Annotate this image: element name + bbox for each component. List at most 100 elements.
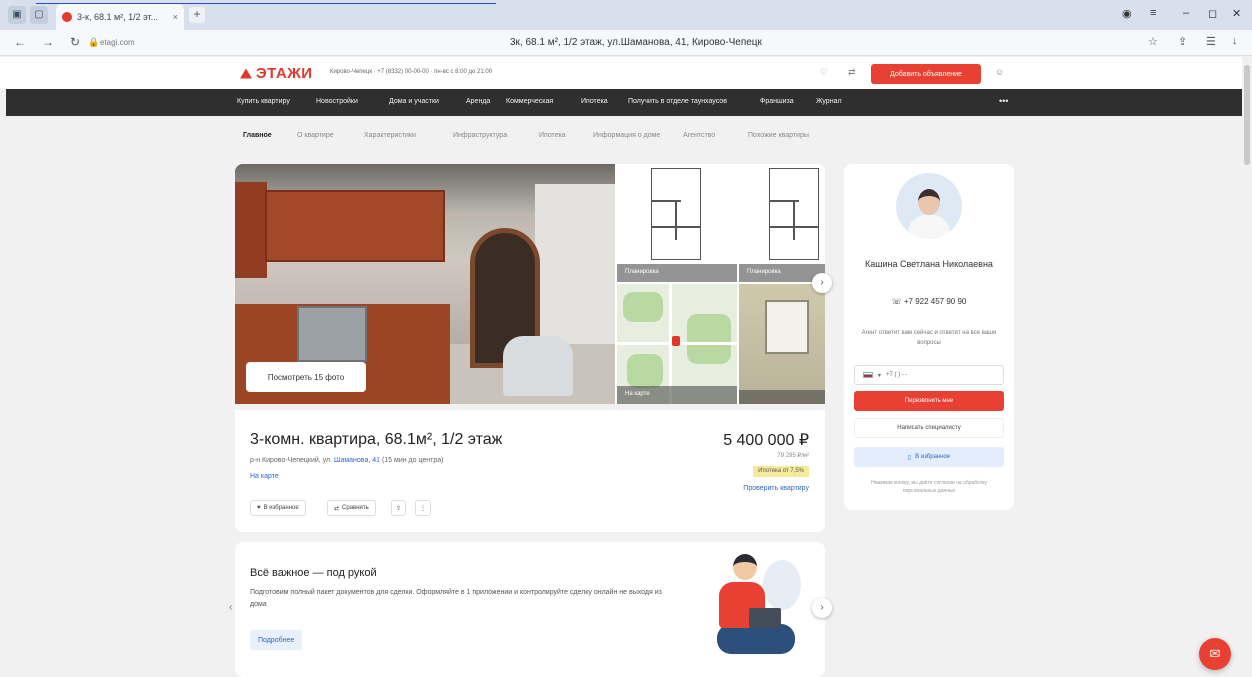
agent-avatar (896, 173, 962, 239)
favorites-icon[interactable]: ♡ (820, 67, 828, 78)
close-window-icon[interactable]: ✕ (1232, 7, 1241, 20)
share-icon[interactable]: ⇪ (1178, 35, 1187, 48)
room-photo-thumb[interactable] (739, 284, 825, 404)
user-icon[interactable]: ☺ (995, 67, 1004, 77)
reload-icon[interactable]: ↻ (70, 35, 80, 49)
site-header: ЭТАЖИ Кирово-Чепецк · +7 (8332) 00-00-00… (0, 57, 1252, 89)
nav-more-icon[interactable]: ••• (999, 96, 1008, 106)
promo-prev-icon[interactable]: ‹ (229, 602, 232, 613)
compare-icon: ⇄ (334, 505, 340, 512)
back-icon[interactable]: ← (14, 35, 26, 49)
more-icon: ⋮ (420, 505, 426, 512)
heart-icon: ♥ (257, 505, 261, 511)
favicon-icon (62, 12, 72, 22)
compare-chip[interactable]: ⇄ Сравнить (327, 500, 376, 516)
callback-button[interactable]: Перезвонить мне (854, 391, 1004, 411)
more-chip[interactable]: ⋮ (415, 500, 431, 516)
gallery-next-icon[interactable]: › (812, 273, 832, 293)
write-specialist-button[interactable]: Написать специалисту (854, 418, 1004, 438)
photo-gallery: Посмотреть 15 фото Планировка Планировка… (235, 164, 825, 404)
browser-tab-bar: ▣ ▢ 3-к, 68.1 м², 1/2 эт... × + ◉ ≡ – ◻ … (0, 0, 1252, 30)
subtab-mortgage[interactable]: Ипотека (539, 132, 566, 139)
listing-subtabs: Главное О квартире Характеристики Инфрас… (0, 122, 1252, 150)
bookmark-icon: ▯ (907, 454, 912, 461)
floor-plan-caption: Планировка (617, 264, 737, 282)
nav-item-buy[interactable]: Купить квартиру (237, 98, 290, 105)
nav-item-townhouses[interactable]: Получить в отделе таунхаусов (628, 98, 727, 105)
promo-card: Всё важное — под рукой Подготовим полный… (235, 542, 825, 677)
main-photo[interactable]: Посмотреть 15 фото (235, 164, 615, 404)
promo-title: Всё важное — под рукой (250, 567, 377, 579)
listing-price: 5 400 000 ₽ (723, 432, 809, 449)
forward-icon[interactable]: → (42, 35, 54, 49)
header-contact-info[interactable]: Кирово-Чепецк · +7 (8332) 00-00-00 · пн-… (330, 69, 492, 75)
tab-close-icon[interactable]: × (173, 12, 178, 22)
url-host[interactable]: etagi.com (100, 38, 135, 47)
bookmark-icon[interactable]: ☆ (1148, 35, 1158, 48)
callback-phone-input[interactable]: ▾ +7 ( ) - - (854, 365, 1004, 385)
nav-item-new-buildings[interactable]: Новостройки (316, 98, 358, 105)
main-nav: Купить квартиру Новостройки Дома и участ… (6, 89, 1242, 116)
chat-button[interactable]: ✉ (1199, 638, 1231, 670)
subtab-characteristics[interactable]: Характеристики (364, 132, 416, 139)
agent-name[interactable]: Кашина Светлана Николаевна (844, 257, 1014, 271)
subtab-similar[interactable]: Похожие квартиры (748, 132, 809, 139)
subtab-agency[interactable]: Агентство (683, 132, 715, 139)
scrollbar-thumb[interactable] (1244, 65, 1250, 165)
download-icon[interactable]: ↓ (1232, 35, 1238, 47)
subtab-house-info[interactable]: Информация о доме (593, 132, 660, 139)
show-on-map-link[interactable]: На карте (250, 473, 279, 480)
promo-illustration (705, 552, 805, 667)
logo-mark-icon (240, 68, 252, 79)
agent-phone[interactable]: ☏ +7 922 457 90 90 (844, 297, 1014, 306)
subtab-about[interactable]: О квартире (297, 132, 334, 139)
nav-item-commercial[interactable]: Коммерческая (506, 98, 553, 105)
tab-menu-icon[interactable]: ▣ (8, 6, 26, 24)
site-info-icon[interactable]: 🔒 (88, 37, 99, 48)
minimize-icon[interactable]: – (1183, 7, 1189, 19)
nav-item-houses[interactable]: Дома и участки (389, 98, 439, 105)
nav-item-rent[interactable]: Аренда (466, 98, 490, 105)
share-icon: ⇪ (396, 505, 402, 512)
maximize-icon[interactable]: ◻ (1208, 7, 1217, 20)
chevron-down-icon[interactable]: ▾ (878, 372, 881, 379)
browser-tab[interactable]: 3-к, 68.1 м², 1/2 эт... × (56, 4, 184, 30)
mortgage-badge: Ипотека от 7,5% (753, 466, 809, 477)
nav-item-journal[interactable]: Журнал (816, 98, 842, 105)
street-link[interactable]: Шаманова, 41 (334, 457, 380, 464)
site-logo[interactable]: ЭТАЖИ (240, 65, 313, 82)
logo-text: ЭТАЖИ (256, 65, 313, 82)
map-pin-icon (672, 336, 680, 346)
agent-card: Кашина Светлана Николаевна ☏ +7 922 457 … (844, 164, 1014, 510)
map-caption: На карте (617, 386, 737, 404)
tab-list-icon[interactable]: ▢ (30, 6, 48, 24)
tab-title: 3-к, 68.1 м², 1/2 эт... (77, 12, 159, 22)
show-all-photos-button[interactable]: Посмотреть 15 фото (246, 362, 366, 392)
agent-favorite-button[interactable]: ▯ В избранное (854, 447, 1004, 467)
share-chip[interactable]: ⇪ (391, 500, 407, 516)
add-to-favorites-chip[interactable]: ♥ В избранное (250, 500, 306, 516)
phone-icon: ☏ (891, 297, 902, 306)
page-scrollbar[interactable] (1242, 57, 1252, 677)
promo-more-button[interactable]: Подробнее (250, 630, 303, 650)
price-per-meter: 79 295 ₽/м² (777, 453, 809, 459)
chat-icon: ✉ (1209, 646, 1221, 661)
menu-icon[interactable]: ☰ (1206, 35, 1216, 48)
subtab-infrastructure[interactable]: Инфраструктура (453, 132, 507, 139)
profile-icon[interactable]: ◉ (1122, 7, 1132, 20)
nav-item-franchise[interactable]: Франшиза (760, 98, 794, 105)
floor-plan-thumb-2[interactable]: Планировка (739, 164, 825, 282)
map-thumb[interactable]: На карте (617, 284, 737, 404)
check-apartment-link[interactable]: Проверить квартиру (743, 485, 809, 492)
floor-plan-thumb[interactable]: Планировка (617, 164, 737, 282)
browser-page-title: 3к, 68.1 м², 1/2 этаж, ул.Шаманова, 41, … (510, 37, 762, 48)
extensions-icon[interactable]: ≡ (1150, 7, 1156, 19)
country-flag-icon[interactable] (863, 372, 873, 378)
compare-icon[interactable]: ⇄ (848, 67, 856, 78)
add-listing-button[interactable]: Добавить объявление (871, 64, 981, 84)
subtab-main[interactable]: Главное (243, 132, 272, 139)
promo-next-icon[interactable]: › (812, 598, 832, 618)
new-tab-button[interactable]: + (189, 7, 205, 23)
agent-note: Агент ответит вам сейчас и ответит на вс… (861, 330, 997, 346)
nav-item-mortgage[interactable]: Ипотека (581, 98, 608, 105)
